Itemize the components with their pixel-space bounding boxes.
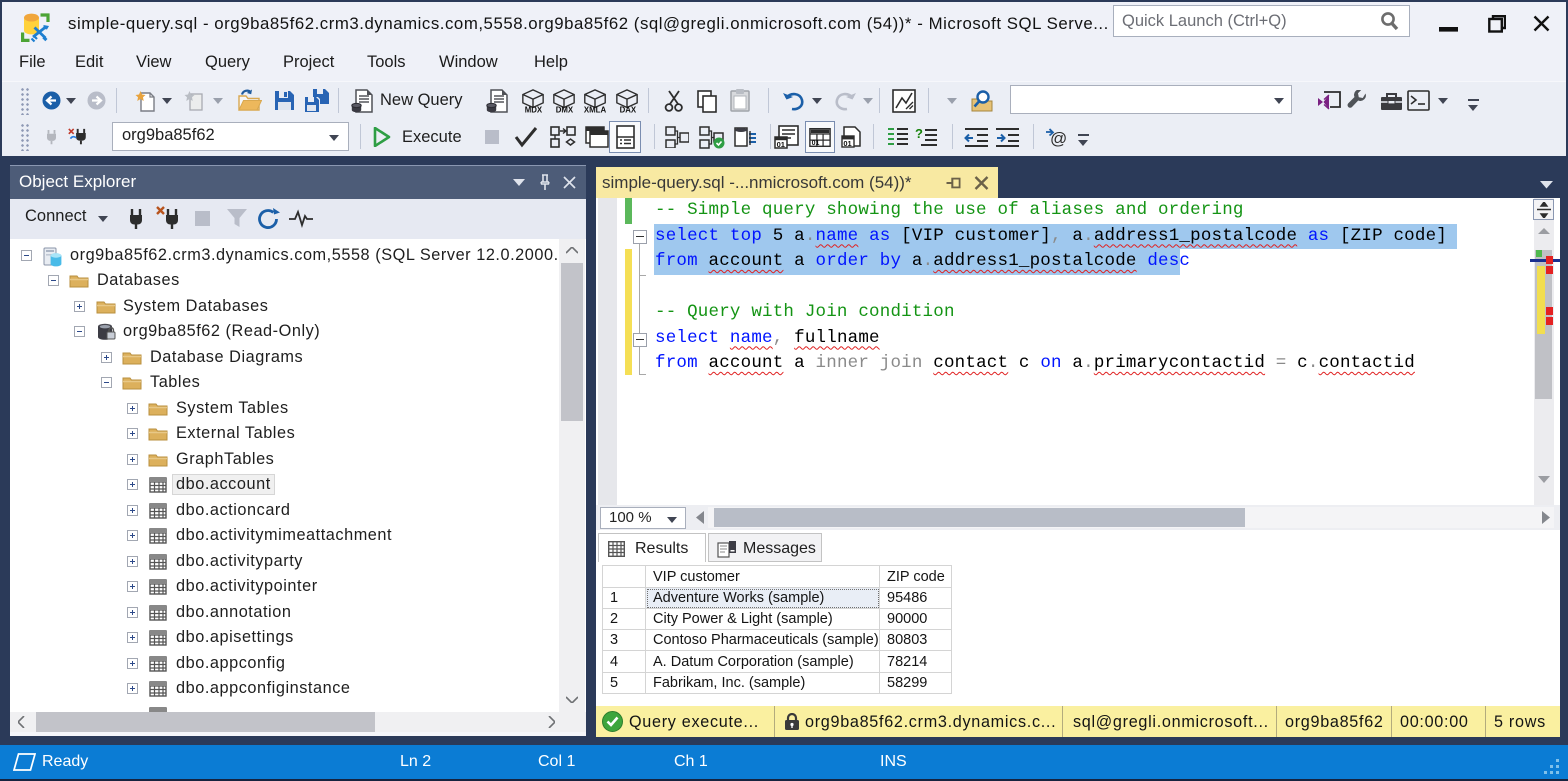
svg-text:DMX: DMX xyxy=(556,106,574,114)
svg-text:XMLA: XMLA xyxy=(584,106,607,114)
svg-text:?: ? xyxy=(915,126,923,141)
svg-text:01: 01 xyxy=(812,140,820,147)
svg-text:01: 01 xyxy=(843,139,851,148)
svg-text:DAX: DAX xyxy=(620,106,637,114)
svg-text:MDX: MDX xyxy=(525,106,543,114)
svg-text:01: 01 xyxy=(777,140,785,149)
